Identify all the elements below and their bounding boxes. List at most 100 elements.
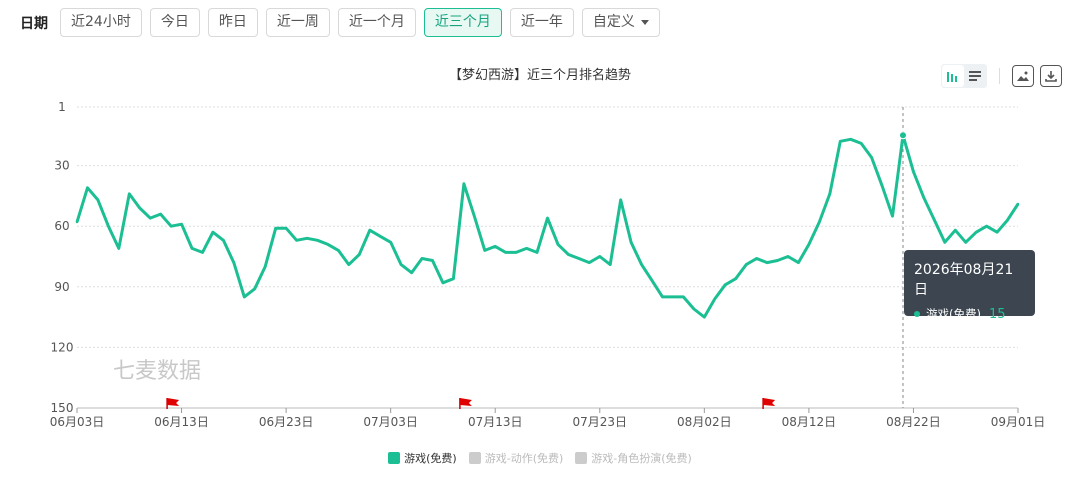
data-point — [546, 216, 549, 220]
data-point — [734, 277, 737, 280]
flag-icon — [459, 398, 472, 409]
data-point — [462, 182, 466, 185]
flag-cloth — [763, 398, 776, 406]
data-point — [316, 239, 319, 242]
legend-swatch — [388, 452, 401, 464]
data-point — [535, 251, 539, 254]
data-point — [337, 249, 340, 252]
data-point — [389, 241, 392, 244]
y-tick-label: 90 — [54, 280, 69, 294]
data-point — [682, 295, 685, 299]
legend-label: 游戏-角色扮演(免费) — [591, 452, 692, 465]
y-tick-label: 60 — [54, 219, 69, 233]
y-tick-label: 1 — [58, 100, 66, 114]
data-point — [169, 225, 173, 228]
flag-cloth — [167, 398, 180, 406]
data-point — [912, 170, 915, 173]
data-point — [797, 261, 800, 264]
data-point — [588, 261, 591, 264]
data-point — [703, 315, 706, 319]
highlight-point — [898, 131, 907, 140]
data-point — [556, 243, 560, 246]
data-point — [650, 279, 654, 282]
data-point — [755, 257, 758, 260]
data-point — [420, 257, 424, 260]
data-point — [598, 255, 601, 258]
data-point — [839, 140, 842, 143]
data-point — [431, 259, 434, 262]
y-tick-label: 30 — [54, 159, 69, 173]
x-tick-label: 07月13日 — [468, 415, 523, 429]
x-tick-label: 08月12日 — [782, 415, 837, 429]
flag-icon — [166, 398, 180, 409]
legend-item-game-rpg[interactable]: 游戏-角色扮演(免费) — [575, 450, 692, 466]
y-axis: 1 30 60 90 120 150 — [51, 100, 74, 415]
x-tick-label: 09月01日 — [991, 415, 1046, 429]
data-point — [243, 295, 246, 299]
data-point — [483, 249, 486, 252]
data-point — [326, 243, 330, 246]
data-point — [180, 223, 183, 226]
data-point — [577, 257, 581, 260]
data-point — [504, 251, 507, 254]
data-point — [347, 263, 350, 266]
legend-label: 游戏(免费) — [404, 452, 457, 465]
data-point — [870, 156, 873, 159]
y-tick-label: 120 — [51, 340, 74, 354]
data-point — [222, 239, 225, 242]
data-point — [692, 307, 696, 311]
data-point — [807, 243, 811, 246]
data-point — [629, 241, 633, 244]
data-point — [954, 229, 957, 232]
chart-tooltip: 2026年08月21日 游戏(免费) 15 — [904, 250, 1035, 322]
data-point — [232, 261, 235, 264]
data-point — [860, 142, 863, 145]
data-point — [880, 184, 884, 187]
y-tick-label: 150 — [51, 401, 74, 415]
data-point — [933, 218, 936, 222]
legend-item-game-action[interactable]: 游戏-动作(免费) — [468, 450, 564, 466]
data-point — [107, 225, 110, 228]
data-point — [138, 206, 141, 210]
tooltip-value: 15 — [988, 306, 1006, 322]
series-points — [75, 131, 1020, 319]
data-point — [96, 198, 100, 202]
data-point — [190, 247, 194, 250]
data-point — [995, 231, 999, 234]
event-flags — [166, 398, 776, 409]
data-point — [640, 263, 643, 266]
chart-legend: 游戏(免费) 游戏-动作(免费) 游戏-角色扮演(免费) — [0, 450, 1080, 466]
data-point — [514, 251, 518, 254]
legend-swatch — [468, 452, 481, 464]
data-point — [305, 237, 309, 240]
x-tick-label: 08月22日 — [886, 415, 941, 429]
data-point — [1006, 218, 1009, 222]
data-point — [494, 245, 497, 248]
data-point — [441, 281, 445, 284]
x-tick-label: 07月03日 — [363, 415, 418, 429]
data-point — [786, 255, 790, 258]
data-point — [609, 263, 612, 266]
data-point — [849, 138, 852, 141]
x-tick-label: 06月03日 — [50, 415, 105, 429]
data-point — [828, 192, 831, 196]
data-point — [201, 251, 204, 254]
data-point — [86, 186, 89, 189]
data-point — [765, 261, 769, 264]
data-point — [525, 247, 528, 250]
data-point — [295, 239, 298, 242]
data-point — [745, 263, 748, 266]
data-point — [159, 212, 162, 216]
tooltip-row: 游戏(免费) 15 — [914, 306, 1025, 322]
legend-label: 游戏-动作(免费) — [484, 452, 564, 465]
data-point — [964, 241, 967, 244]
legend-item-game-free[interactable]: 游戏(免费) — [388, 450, 457, 466]
data-point — [358, 253, 361, 256]
rank-trend-chart: 1 30 60 90 120 150 06月03日 06月13日 06月23日 07月03日 07… — [50, 100, 1046, 429]
data-point — [943, 241, 946, 244]
tooltip-date: 2026年08月21日 — [914, 262, 1014, 298]
data-point — [661, 295, 664, 299]
data-point — [713, 297, 716, 301]
data-point — [368, 229, 371, 232]
data-point — [75, 220, 79, 224]
